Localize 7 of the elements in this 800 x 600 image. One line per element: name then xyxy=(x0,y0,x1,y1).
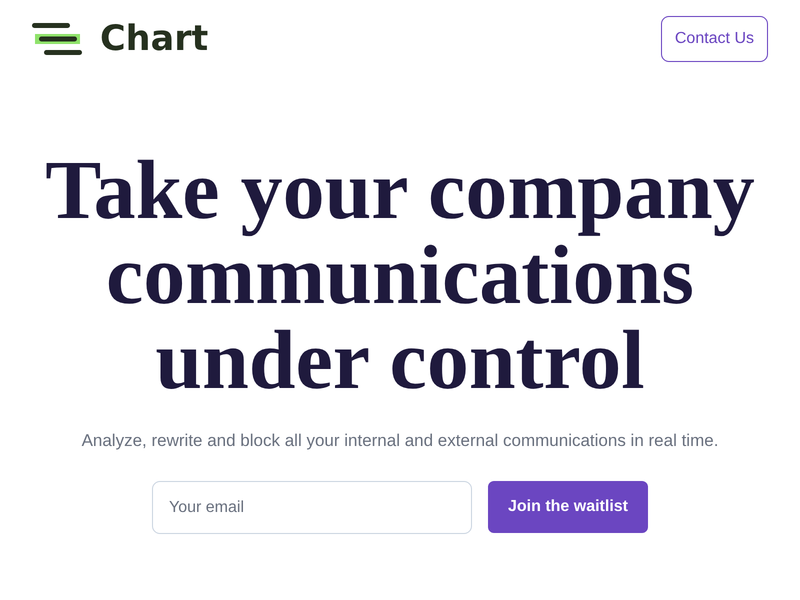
hero-heading: Take your company communications under control xyxy=(44,148,756,403)
email-field[interactable]: Your email xyxy=(152,481,472,534)
menu-lines-icon xyxy=(32,23,82,55)
logo-text: Chart xyxy=(100,22,208,56)
contact-button[interactable]: Contact Us xyxy=(660,16,768,62)
join-waitlist-button[interactable]: Join the waitlist xyxy=(488,481,648,533)
hero-subtitle: Analyze, rewrite and block all your internal and external communications in real time. xyxy=(82,431,718,451)
